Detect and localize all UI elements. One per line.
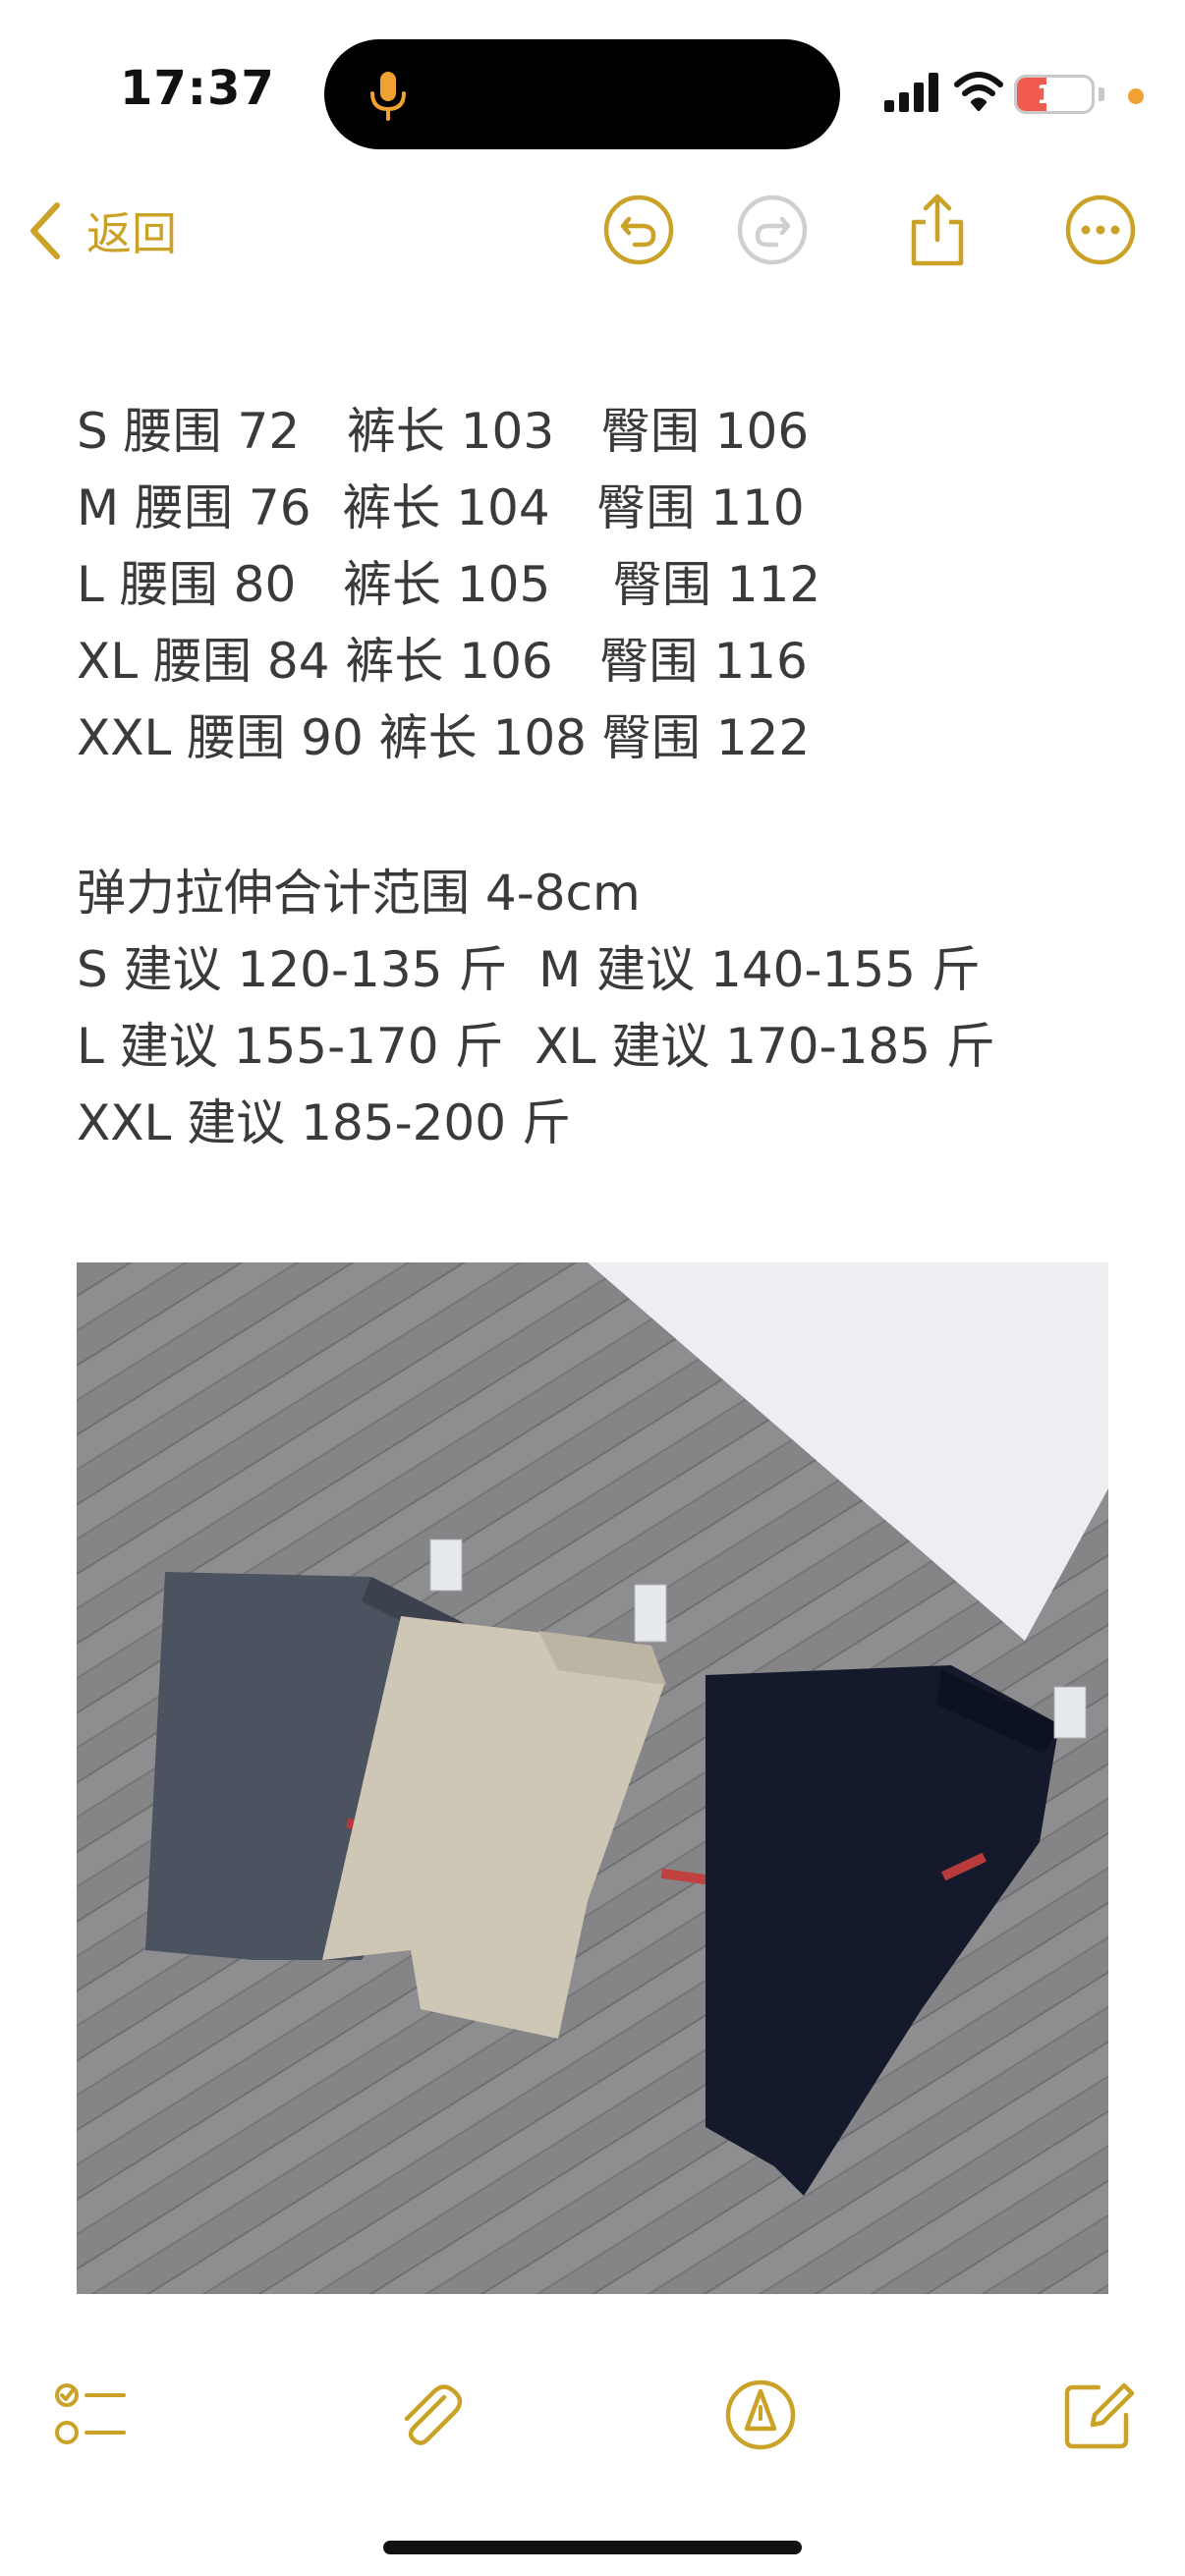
battery-level: 14 (1036, 81, 1073, 110)
home-indicator[interactable] (383, 2541, 802, 2554)
back-label: 返回 (86, 207, 177, 260)
stretch-range-line: 弹力拉伸合计范围 4-8cm (77, 865, 641, 922)
recommend-line-s-m: S 建议 120-135 斤 M 建议 140-155 斤 (77, 941, 981, 998)
undo-icon[interactable] (601, 193, 676, 267)
size-line-l: L 腰围 80 裤长 105 臀围 112 (77, 556, 821, 613)
dynamic-island (324, 39, 840, 149)
privacy-dot (1128, 88, 1144, 104)
recommend-line-l-xl: L 建议 155-170 斤 XL 建议 170-185 斤 (77, 1018, 995, 1075)
share-icon[interactable] (900, 193, 975, 267)
compose-icon[interactable] (1059, 2376, 1138, 2454)
attachment-icon[interactable] (389, 2376, 468, 2454)
redo-icon[interactable] (735, 193, 810, 267)
size-line-m: M 腰围 76 裤长 104 臀围 110 (77, 479, 805, 536)
cellular-signal-icon (884, 73, 938, 112)
status-time: 17:37 (120, 61, 275, 116)
size-line-xxl: XXL 腰围 90 裤长 108 臀围 122 (77, 709, 811, 766)
checklist-icon[interactable] (51, 2376, 130, 2454)
microphone-icon (370, 72, 406, 121)
size-line-s: S 腰围 72 裤长 103 臀围 106 (77, 403, 810, 460)
note-body[interactable]: S 腰围 72 裤长 103 臀围 106 M 腰围 76 裤长 104 臀围 … (77, 393, 1118, 1161)
pants-photo[interactable] (77, 1262, 1108, 2294)
markup-pen-icon[interactable] (721, 2376, 800, 2454)
recommend-line-xxl: XXL 建议 185-200 斤 (77, 1094, 571, 1151)
battery-icon: 14 (1014, 75, 1095, 114)
size-line-xl: XL 腰围 84 裤长 106 臀围 116 (77, 633, 808, 690)
more-icon[interactable] (1063, 193, 1138, 267)
wifi-icon (954, 72, 1003, 111)
back-button[interactable]: 返回 (26, 196, 177, 265)
pants-photo-illustration (77, 1262, 1108, 2294)
chevron-left-icon (30, 202, 60, 259)
status-bar: 17:37 14 (0, 0, 1185, 187)
battery-cap (1099, 87, 1104, 101)
